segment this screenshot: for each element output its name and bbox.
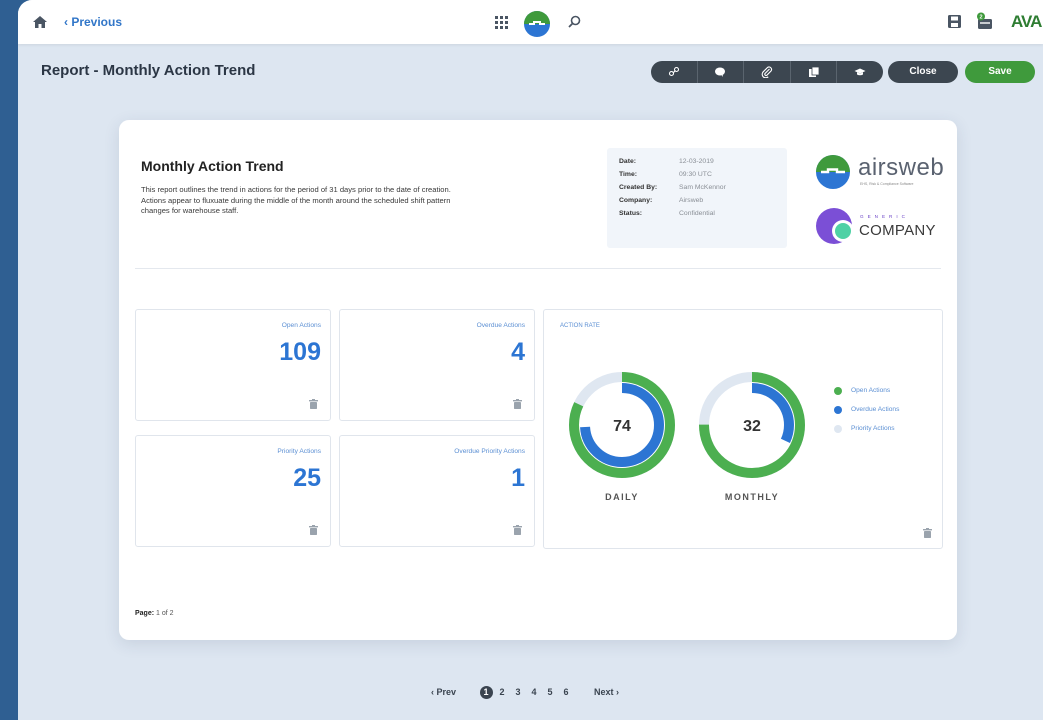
save-button[interactable]: Save [965, 61, 1035, 83]
action-rate-label: ACTION RATE [560, 323, 600, 329]
close-button[interactable]: Close [888, 61, 958, 83]
airsweb-logo-icon[interactable] [523, 10, 551, 38]
report-card: Monthly Action Trend This report outline… [119, 120, 957, 640]
attachment-icon [761, 66, 772, 78]
tile-overdue-actions[interactable]: Overdue Actions 4 [339, 309, 535, 421]
generic-company-mark-icon [816, 208, 854, 244]
certificate-button[interactable] [837, 61, 883, 83]
report-description: This report outlines the trend in action… [141, 185, 451, 215]
monthly-donut: 32 MONTHLY [697, 370, 807, 502]
copy-button[interactable] [791, 61, 838, 83]
search-icon[interactable] [568, 15, 581, 28]
meta-row-date: Date: 12-03-2019 [619, 158, 714, 165]
page-3[interactable]: 3 [512, 686, 525, 699]
link-icon [668, 66, 679, 77]
daily-donut: 74 DAILY [567, 370, 677, 502]
meta-row-status: Status: Confidential [619, 210, 715, 217]
airsweb-name: airsweb [858, 154, 945, 181]
company-label: COMPANY [859, 222, 936, 239]
airsweb-mark-icon [816, 155, 850, 189]
tile-open-actions[interactable]: Open Actions 109 [135, 309, 331, 421]
certificate-icon [854, 68, 866, 76]
tile-value: 109 [279, 338, 321, 366]
app-window: ‹ Previous 2 AVA Report - Monthly Action… [18, 0, 1043, 720]
page-title: Report - Monthly Action Trend [41, 62, 256, 79]
previous-link[interactable]: ‹ Previous [64, 15, 122, 29]
tile-label: Priority Actions [277, 448, 321, 455]
legend-dot [834, 425, 842, 433]
tile-label: Overdue Actions [476, 322, 525, 329]
tile-value: 25 [293, 464, 321, 492]
action-rate-panel: ACTION RATE 74 DAILY 32 MONTHLY Open Act… [543, 309, 943, 549]
daily-caption: DAILY [605, 492, 639, 502]
link-button[interactable] [651, 61, 698, 83]
save-icon[interactable] [948, 15, 961, 28]
meta-row-time: Time: 09:30 UTC [619, 171, 712, 178]
legend-dot [834, 387, 842, 395]
page-indicator: Page: 1 of 2 [135, 610, 174, 617]
pagination-next[interactable]: Next › [594, 687, 619, 697]
copy-icon [808, 66, 819, 77]
trash-icon[interactable] [513, 399, 522, 409]
ava-logo[interactable]: AVA [1011, 12, 1042, 32]
tile-value: 4 [511, 338, 525, 366]
generic-label: GENERIC [860, 214, 909, 219]
airsweb-tagline: EHS, Risk & Compliance Software [860, 182, 914, 186]
trash-icon[interactable] [923, 528, 932, 538]
report-toolbar [651, 61, 883, 83]
trash-icon[interactable] [309, 525, 318, 535]
report-title: Monthly Action Trend [141, 158, 284, 174]
meta-row-company: Company: Airsweb [619, 197, 704, 204]
comment-icon [715, 67, 726, 77]
legend-dot [834, 406, 842, 414]
comment-button[interactable] [698, 61, 745, 83]
page-2[interactable]: 2 [496, 686, 509, 699]
tile-priority-actions[interactable]: Priority Actions 25 [135, 435, 331, 547]
daily-value: 74 [613, 418, 631, 435]
tile-overdue-priority-actions[interactable]: Overdue Priority Actions 1 [339, 435, 535, 547]
report-metadata: Date: 12-03-2019 Time: 09:30 UTC Created B… [607, 148, 787, 248]
apps-grid-icon[interactable] [495, 16, 508, 29]
svg-text:2: 2 [979, 15, 982, 21]
page-4[interactable]: 4 [528, 686, 541, 699]
meta-row-created-by: Created By: Sam McKennor [619, 184, 726, 191]
monthly-caption: MONTHLY [724, 492, 780, 502]
inbox-icon[interactable]: 2 [976, 12, 996, 32]
attachment-button[interactable] [744, 61, 791, 83]
pagination: ‹ Prev 1 2 3 4 5 6 Next › [431, 684, 619, 700]
tile-label: Open Actions [281, 322, 321, 329]
page-5[interactable]: 5 [544, 686, 557, 699]
trash-icon[interactable] [513, 525, 522, 535]
tile-value: 1 [511, 464, 525, 492]
top-bar: ‹ Previous 2 AVA [18, 0, 1043, 44]
trash-icon[interactable] [309, 399, 318, 409]
divider [135, 268, 941, 269]
tile-label: Overdue Priority Actions [454, 448, 525, 455]
home-icon[interactable] [32, 14, 48, 30]
page-1[interactable]: 1 [479, 685, 493, 699]
monthly-value: 32 [743, 418, 761, 435]
page-6[interactable]: 6 [560, 686, 573, 699]
pagination-prev[interactable]: ‹ Prev [431, 687, 456, 697]
